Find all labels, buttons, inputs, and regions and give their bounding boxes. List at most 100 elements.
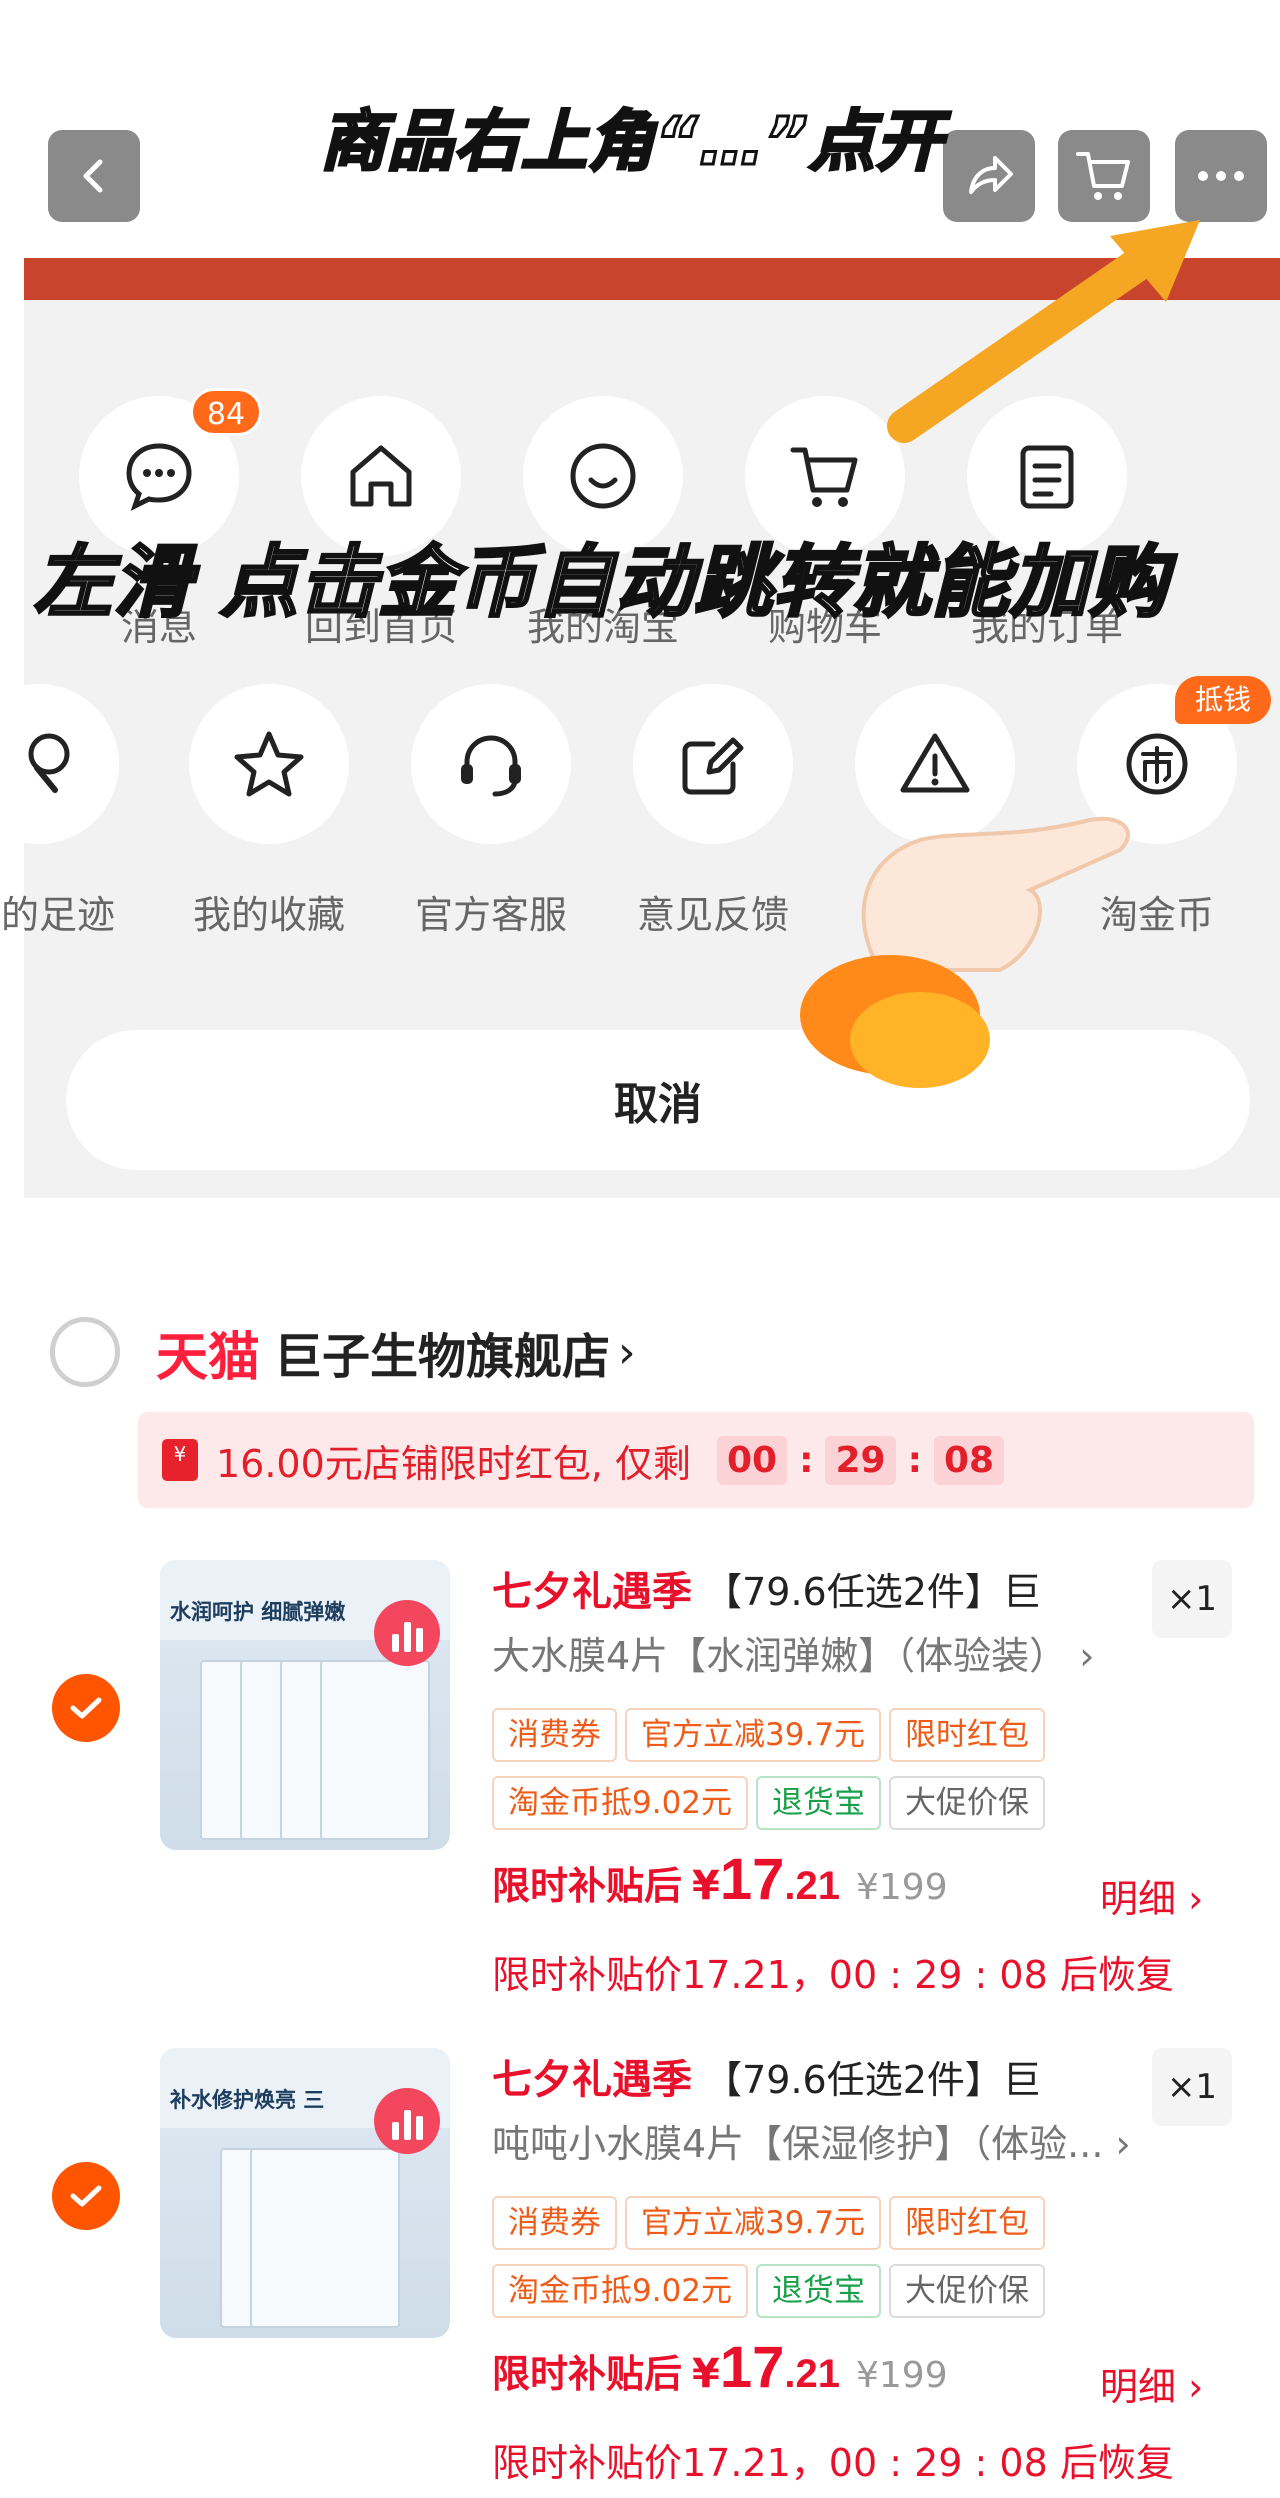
promo-tag: 淘金币抵9.02元 (492, 1776, 749, 1830)
sheet-item-label: 意见反馈 (636, 893, 789, 937)
timer-hours: 00 (716, 1435, 788, 1485)
price-integer: 17 (719, 1847, 785, 1912)
tutorial-caption-top: 商品右上角“…”点开 (318, 102, 944, 182)
home-icon (350, 445, 412, 507)
price-detail-link[interactable]: 明细 › (1100, 1868, 1203, 1923)
sheet-item-service[interactable]: 官方客服 (406, 684, 576, 939)
promo-tag: 大促价保 (889, 2264, 1046, 2318)
thumb-pack (250, 2148, 400, 2328)
more-dots-icon (1198, 171, 1244, 181)
tutorial-caption-mid: 左滑 点击金币自动跳转就能加购 (32, 537, 1169, 630)
message-count-badge: 84 (190, 388, 262, 436)
sheet-item-feedback[interactable]: 意见反馈 (628, 684, 798, 939)
store-redpack-banner[interactable]: ¥ 16.00元店铺限时红包, 仅剩 00 : 29 : 08 (138, 1412, 1254, 1508)
promo-tags: 消费券 官方立减39.7元 限时红包 淘金币抵9.02元 退货宝 大促价保 (492, 2196, 1212, 2332)
cart-product-card: 补水修护焕亮 三 七夕礼遇季 【79.6任选2件】巨 吨吨小水膜4片【保湿修护】… (0, 2048, 1280, 2498)
product-title[interactable]: 七夕礼遇季 【79.6任选2件】巨 吨吨小水膜4片【保湿修护】（体验... › (492, 2048, 1132, 2176)
footprint-icon (28, 733, 70, 793)
promo-tag: 退货宝 (756, 2264, 882, 2318)
sheet-item-label: 我的收藏 (192, 893, 345, 937)
redpack-text: 16.00元店铺限时红包, 仅剩 (216, 1441, 691, 1486)
price-label: 限时补贴后 (492, 2352, 683, 2396)
sheet-item-circle (411, 684, 571, 844)
price-currency: ¥ (692, 1863, 720, 1909)
product-title-main: 【79.6任选2件】巨 (704, 1570, 1041, 1614)
festival-label: 七夕礼遇季 (492, 2057, 692, 2103)
product-title[interactable]: 七夕礼遇季 【79.6任选2件】巨 大水膜4片【水润弹嫩】（体验装） › (492, 1560, 1132, 1688)
subsidy-restore-text: 限时补贴价17.21，00 : 29 : 08 后恢复 (492, 2441, 1174, 2485)
promo-tags: 消费券 官方立减39.7元 限时红包 淘金币抵9.02元 退货宝 大促价保 (492, 1708, 1212, 1844)
price-currency: ¥ (692, 2351, 720, 2397)
product-subtitle: 大水膜4片【水润弹嫩】（体验装） (492, 1634, 1068, 1678)
price-row: 限时补贴后 ¥ 17 .21 ¥199 (492, 1846, 948, 1913)
promo-tag: 消费券 (492, 1708, 617, 1762)
product-thumbnail[interactable]: 水润呵护 细腻弹嫩 (160, 1560, 450, 1850)
warning-icon (900, 733, 970, 793)
promo-tag: 官方立减39.7元 (625, 2196, 882, 2250)
promo-tag: 限时红包 (889, 2196, 1046, 2250)
price-label: 限时补贴后 (492, 1864, 683, 1908)
back-button[interactable] (48, 130, 140, 222)
thumb-title: 水润呵护 细腻弹嫩 (170, 1600, 346, 1624)
timer-minutes: 29 (825, 1435, 896, 1485)
price-row: 限时补贴后 ¥ 17 .21 ¥199 (492, 2334, 948, 2401)
price-decimal: .21 (784, 1864, 840, 1908)
store-name[interactable]: 巨子生物旗舰店 (274, 1317, 610, 1387)
headset-icon (461, 735, 521, 797)
tmall-logo: 天猫 (156, 1327, 261, 1388)
store-header[interactable]: 天猫 巨子生物旗舰店 › (50, 1312, 636, 1392)
chevron-right-icon: › (1067, 1634, 1095, 1678)
original-price: ¥199 (855, 2355, 948, 2396)
quantity-stepper[interactable]: ×1 (1152, 1560, 1232, 1638)
sheet-item-favorites[interactable]: 我的收藏 (184, 684, 354, 939)
sheet-item-circle (0, 684, 119, 844)
timer-separator: : (799, 1439, 814, 1481)
checkmark-icon (70, 1697, 102, 1719)
countdown-timer: 00 : 29 : 08 (716, 1435, 1005, 1485)
quantity-stepper[interactable]: ×1 (1152, 2048, 1232, 2126)
chevron-right-icon: › (1103, 2122, 1131, 2166)
sheet-item-label: 官方客服 (414, 893, 567, 937)
product-thumbnail[interactable]: 补水修护焕亮 三 (160, 2048, 450, 2338)
price-decimal: .21 (784, 2352, 840, 2396)
price-integer: 17 (719, 2335, 785, 2400)
back-arrow-icon (83, 159, 103, 193)
sheet-item-footprint[interactable]: 我的足迹 (0, 684, 124, 939)
sheet-item-circle (189, 684, 349, 844)
promo-tag: 限时红包 (889, 1708, 1046, 1762)
price-detail-link[interactable]: 明细 › (1100, 2356, 1203, 2411)
redpack-icon: ¥ (162, 1439, 198, 1481)
checkmark-icon (70, 2185, 102, 2207)
edit-icon (682, 737, 744, 795)
bar-chart-icon (374, 1600, 440, 1666)
cart-product-card: 水润呵护 细腻弹嫩 七夕礼遇季 【79.6任选2件】巨 大水膜4片【水润弹嫩】（… (0, 1560, 1280, 2040)
sheet-item-label: 我的足迹 (0, 893, 115, 937)
sheet-item-circle (633, 684, 793, 844)
coin-discount-badge: 抵钱 (1175, 676, 1271, 724)
product-select-checkbox[interactable] (52, 1674, 120, 1742)
timer-separator: : (907, 1439, 922, 1481)
pointing-hand-icon (800, 816, 1130, 1088)
product-select-checkbox[interactable] (52, 2162, 120, 2230)
bar-chart-icon (374, 2088, 440, 2154)
timer-seconds: 08 (933, 1435, 1005, 1485)
promo-tag: 官方立减39.7元 (625, 1708, 882, 1762)
star-icon (234, 731, 304, 797)
promo-tag: 消费券 (492, 2196, 617, 2250)
smile-icon (570, 443, 636, 509)
message-icon (126, 443, 192, 511)
promo-tag: 淘金币抵9.02元 (492, 2264, 749, 2318)
product-subtitle: 吨吨小水膜4片【保湿修护】（体验... (492, 2122, 1104, 2166)
promo-tag: 大促价保 (889, 1776, 1046, 1830)
promo-tag: 退货宝 (756, 1776, 882, 1830)
store-select-radio[interactable] (50, 1317, 120, 1387)
festival-label: 七夕礼遇季 (492, 1569, 692, 1615)
cart-icon (790, 447, 858, 507)
subsidy-restore-text: 限时补贴价17.21，00 : 29 : 08 后恢复 (492, 1953, 1174, 1997)
chevron-right-icon: › (618, 1326, 636, 1378)
thumb-pack (320, 1660, 430, 1840)
thumb-title: 补水修护焕亮 三 (170, 2088, 325, 2112)
product-title-main: 【79.6任选2件】巨 (704, 2058, 1041, 2102)
original-price: ¥199 (855, 1867, 948, 1908)
coin-icon (1126, 733, 1188, 795)
